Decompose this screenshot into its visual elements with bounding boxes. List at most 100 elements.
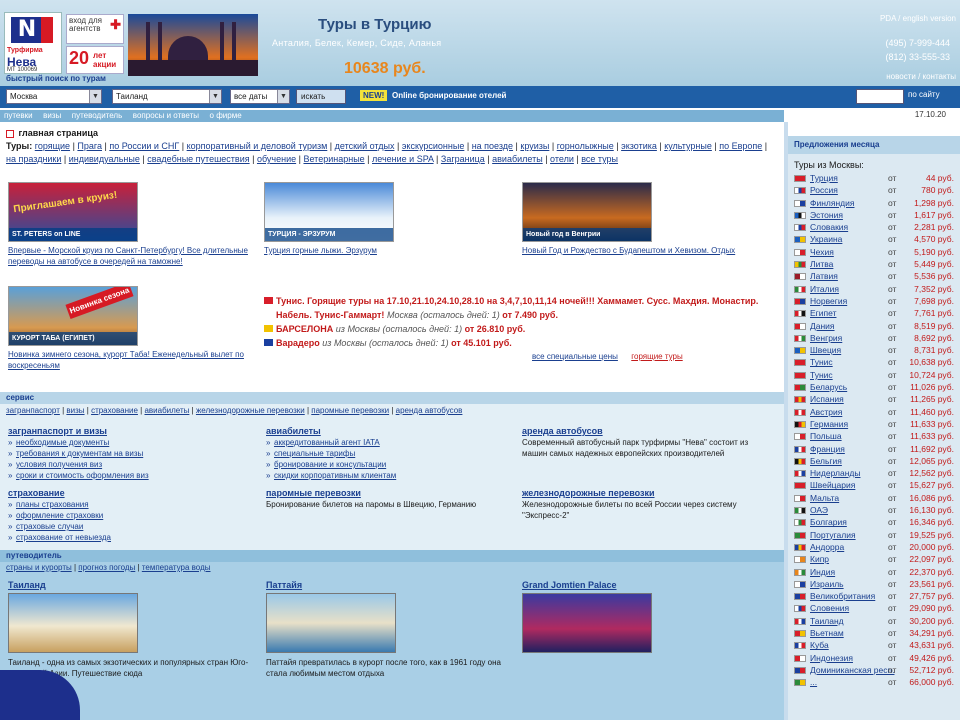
country-link[interactable]: Финляндия	[810, 197, 854, 209]
price-row[interactable]: Доминиканская респ. от 52,712 руб.	[788, 664, 960, 676]
site-search-button[interactable]: по сайту	[908, 90, 940, 99]
country-link[interactable]: Нидерланды	[810, 467, 860, 479]
tour-category-link[interactable]: горнолыжные	[557, 141, 614, 151]
price-row[interactable]: Словения от 29,090 руб.	[788, 602, 960, 614]
service-link[interactable]: аренда автобусов	[396, 406, 463, 415]
tour-category-link[interactable]: Прага	[77, 141, 102, 151]
promo-taba-image[interactable]: Новинка сезона КУРОРТ ТАБА (ЕГИПЕТ)	[8, 286, 138, 346]
country-link[interactable]: Россия	[810, 184, 838, 196]
price-row[interactable]: Тунис от 10,724 руб.	[788, 369, 960, 381]
country-link[interactable]: Норвегия	[810, 295, 847, 307]
guide-thailand-title[interactable]: Таиланд	[8, 580, 258, 591]
country-link[interactable]: Таиланд	[810, 615, 844, 627]
price-row[interactable]: Индонезия от 49,426 руб.	[788, 652, 960, 664]
list-item[interactable]: специальные тарифы	[266, 448, 516, 459]
promo-erzurum-image[interactable]: ТУРЦИЯ - ЭРЗУРУМ	[264, 182, 394, 242]
country-link[interactable]: Германия	[810, 418, 848, 430]
price-row[interactable]: Бельгия от 12,065 руб.	[788, 455, 960, 467]
tour-category-link[interactable]: на поезде	[472, 141, 513, 151]
guide-link[interactable]: прогноз погоды	[78, 563, 135, 572]
tour-category-link[interactable]: круизы	[520, 141, 549, 151]
tour-category-link[interactable]: по России и СНГ	[109, 141, 179, 151]
service-bus-title[interactable]: аренда автобусов	[522, 426, 772, 437]
service-link[interactable]: загранпаспорт	[6, 406, 60, 415]
nav-item-guide[interactable]: путеводитель	[72, 111, 123, 120]
country-link[interactable]: Чехия	[810, 246, 834, 258]
country-link[interactable]: Австрия	[810, 406, 842, 418]
country-link[interactable]: Беларусь	[810, 381, 847, 393]
country-link[interactable]: Индонезия	[810, 652, 853, 664]
price-row[interactable]: Дания от 8,519 руб.	[788, 320, 960, 332]
service-avia-title[interactable]: авиабилеты	[266, 426, 516, 437]
country-link[interactable]: Мальта	[810, 492, 839, 504]
price-row[interactable]: Вьетнам от 34,291 руб.	[788, 627, 960, 639]
price-row[interactable]: Андорра от 20,000 руб.	[788, 541, 960, 553]
service-link[interactable]: паромные перевозки	[311, 406, 389, 415]
price-row[interactable]: Эстония от 1,617 руб.	[788, 209, 960, 221]
list-item[interactable]: условия получения виз	[8, 459, 258, 470]
list-item[interactable]: требования к документам на визы	[8, 448, 258, 459]
nav-item-about[interactable]: о фирме	[210, 111, 242, 120]
price-row[interactable]: Болгария от 16,346 руб.	[788, 516, 960, 528]
price-row[interactable]: Германия от 11,633 руб.	[788, 418, 960, 430]
country-link[interactable]: Тунис	[810, 356, 833, 368]
price-row[interactable]: Финляндия от 1,298 руб.	[788, 197, 960, 209]
list-item[interactable]: планы страхования	[8, 499, 258, 510]
list-item[interactable]: аккредитованный агент IATA	[266, 437, 516, 448]
price-row[interactable]: Австрия от 11,460 руб.	[788, 406, 960, 418]
country-link[interactable]: Польша	[810, 430, 842, 442]
price-row[interactable]: Португалия от 19,525 руб.	[788, 529, 960, 541]
tour-category-link[interactable]: Ветеринарные	[303, 154, 364, 164]
price-row[interactable]: Индия от 22,370 руб.	[788, 566, 960, 578]
tour-category-link[interactable]: культурные	[664, 141, 712, 151]
price-row[interactable]: Литва от 5,449 руб.	[788, 258, 960, 270]
service-link[interactable]: авиабилеты	[144, 406, 189, 415]
guide-link[interactable]: страны и курорты	[6, 563, 72, 572]
price-row[interactable]: Чехия от 5,190 руб.	[788, 246, 960, 258]
departure-select[interactable]: Москва ▼	[6, 89, 102, 104]
price-row[interactable]: Швейцария от 15,627 руб.	[788, 479, 960, 491]
country-link[interactable]: Венгрия	[810, 332, 842, 344]
country-link[interactable]: Швейцария	[810, 479, 855, 491]
service-link[interactable]: визы	[66, 406, 84, 415]
country-link[interactable]: Франция	[810, 443, 845, 455]
agent-login-link[interactable]: вход для агентств ✚	[66, 14, 124, 44]
service-link[interactable]: железнодорожные перевозки	[196, 406, 305, 415]
country-link[interactable]: Египет	[810, 307, 836, 319]
service-link[interactable]: страхование	[91, 406, 138, 415]
neva-logo[interactable]: N Турфирма Нева МТ 100069	[4, 12, 62, 74]
guide-link[interactable]: температура воды	[142, 563, 211, 572]
country-link[interactable]: ...	[810, 676, 817, 688]
tour-category-link[interactable]: детский отдых	[335, 141, 395, 151]
tour-category-link[interactable]: обучение	[257, 154, 296, 164]
tour-category-link[interactable]: горящие	[35, 141, 70, 151]
country-link[interactable]: Украина	[810, 233, 842, 245]
country-link[interactable]: Великобритания	[810, 590, 875, 602]
news-item[interactable]: Варадеро из Москвы (осталось дней: 1) от…	[264, 336, 774, 350]
country-link[interactable]: Вьетнам	[810, 627, 844, 639]
promo-erzurum-text[interactable]: Турция горные лыжи. Эрзурум	[264, 245, 504, 256]
list-item[interactable]: сроки и стоимость оформления виз	[8, 470, 258, 481]
price-row[interactable]: Мальта от 16,086 руб.	[788, 492, 960, 504]
tour-category-link[interactable]: Заграница	[441, 154, 485, 164]
country-link[interactable]: Куба	[810, 639, 829, 651]
tour-category-link[interactable]: индивидуальные	[69, 154, 140, 164]
service-ferry-title[interactable]: паромные перевозки	[266, 488, 516, 499]
tour-category-link[interactable]: корпоративный и деловой туризм	[187, 141, 328, 151]
hot-tours-link[interactable]: горящие туры	[631, 352, 682, 361]
home-icon[interactable]	[6, 129, 14, 138]
price-row[interactable]: Испания от 11,265 руб.	[788, 393, 960, 405]
country-link[interactable]: Дания	[810, 320, 835, 332]
tour-category-link[interactable]: экзотика	[621, 141, 657, 151]
price-row[interactable]: Италия от 7,352 руб.	[788, 283, 960, 295]
guide-pattaya-image[interactable]	[266, 593, 396, 653]
country-link[interactable]: Индия	[810, 566, 835, 578]
country-link[interactable]: Словакия	[810, 221, 848, 233]
country-link[interactable]: Турция	[810, 172, 838, 184]
country-link[interactable]: Израиль	[810, 578, 844, 590]
anniversary-badge[interactable]: 20 лет акции	[66, 46, 124, 74]
country-link[interactable]: Тунис	[810, 369, 833, 381]
tour-category-link[interactable]: свадебные путешествия	[147, 154, 249, 164]
date-select[interactable]: все даты ▼	[230, 89, 290, 104]
guide-pattaya-title[interactable]: Паттайя	[266, 580, 516, 591]
